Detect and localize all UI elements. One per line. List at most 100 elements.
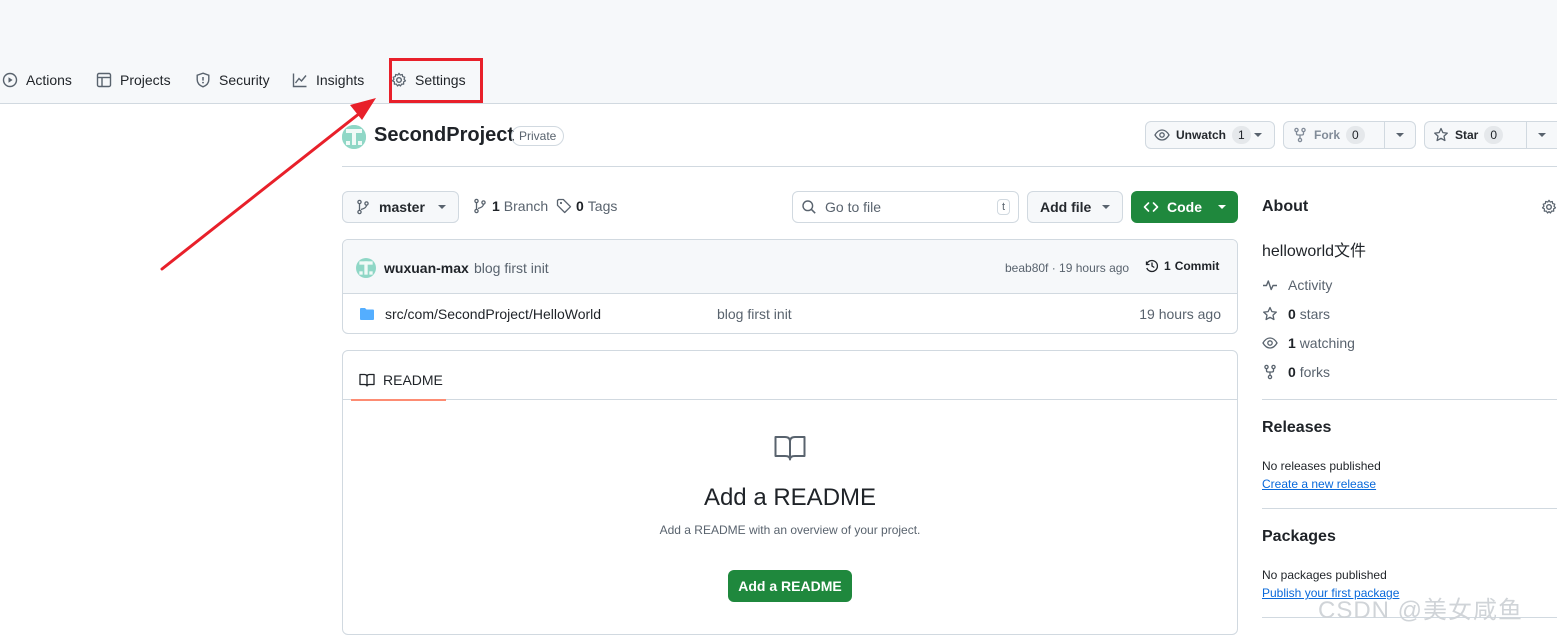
- commit-hash-time[interactable]: beab80f · 19 hours ago: [1005, 261, 1129, 275]
- history-icon: [1144, 258, 1160, 274]
- settings-highlight-box: [389, 58, 483, 103]
- commit-history-link[interactable]: 1 Commit: [1144, 258, 1219, 274]
- commit-label: Commit: [1174, 259, 1220, 273]
- branch-label: Branch: [503, 198, 549, 214]
- folder-icon: [359, 306, 375, 322]
- packages-heading[interactable]: Packages: [1262, 528, 1336, 546]
- tab-actions[interactable]: Actions: [2, 62, 72, 98]
- repo-name[interactable]: SecondProject: [374, 124, 514, 147]
- readme-header: [343, 351, 1237, 400]
- stars-link[interactable]: 0 stars: [1262, 306, 1330, 322]
- tab-projects-label: Projects: [120, 72, 171, 88]
- fork-icon: [1262, 364, 1278, 380]
- repo-owner-avatar[interactable]: [342, 125, 366, 149]
- tag-icon: [556, 198, 572, 214]
- watching-count: 1: [1288, 335, 1296, 351]
- readme-tab-label: README: [383, 372, 443, 388]
- git-branch-icon: [472, 198, 488, 214]
- tab-projects[interactable]: Projects: [96, 62, 171, 98]
- forks-count: 0: [1288, 364, 1296, 380]
- watching-label: watching: [1299, 335, 1355, 351]
- star-button[interactable]: Star 0: [1424, 121, 1557, 149]
- add-file-button[interactable]: Add file: [1027, 191, 1123, 223]
- table-row[interactable]: src/com/SecondProject/HelloWorld blog fi…: [343, 294, 1237, 333]
- shortcut-key: t: [996, 199, 1010, 215]
- branch-name: master: [379, 199, 425, 215]
- add-file-label: Add file: [1040, 199, 1092, 215]
- stars-count: 0: [1288, 306, 1296, 322]
- git-branch-icon: [355, 199, 371, 215]
- watermark: CSDN @美女咸鱼: [1318, 597, 1524, 624]
- watching-link[interactable]: 1 watching: [1262, 335, 1355, 351]
- readme-description: Add a README with an overview of your pr…: [659, 523, 921, 537]
- graph-icon: [292, 72, 308, 88]
- tag-count: 0: [576, 198, 584, 214]
- tab-security[interactable]: Security: [195, 62, 270, 98]
- file-name[interactable]: src/com/SecondProject/HelloWorld: [385, 306, 601, 322]
- latest-commit-row: wuxuan-max blog first init beab80f · 19 …: [343, 240, 1237, 294]
- branch-select[interactable]: master: [342, 191, 459, 223]
- pulse-icon: [1262, 277, 1278, 293]
- repo-description: helloworld文件: [1262, 243, 1367, 260]
- watch-dropdown[interactable]: [1246, 122, 1270, 148]
- fork-count: 0: [1346, 126, 1365, 144]
- tab-readme[interactable]: README: [351, 361, 446, 401]
- fork-dropdown[interactable]: [1385, 122, 1415, 148]
- code-label: Code: [1167, 199, 1202, 215]
- forks-link[interactable]: 0 forks: [1262, 364, 1330, 380]
- releases-heading[interactable]: Releases: [1262, 419, 1331, 437]
- create-release-link[interactable]: Create a new release: [1262, 477, 1376, 491]
- add-readme-button[interactable]: Add a README: [728, 570, 852, 602]
- star-dropdown[interactable]: [1527, 122, 1557, 148]
- star-label: Star: [1455, 128, 1479, 142]
- sidebar-divider: [1262, 508, 1557, 509]
- table-icon: [96, 72, 112, 88]
- tags-link[interactable]: 0 Tags: [556, 198, 617, 214]
- chevron-down-icon: [1254, 133, 1262, 137]
- tag-label: Tags: [587, 198, 618, 214]
- visibility-badge: Private: [511, 126, 565, 146]
- book-icon: [774, 435, 806, 461]
- search-icon: [801, 199, 817, 215]
- fork-button[interactable]: Fork 0: [1283, 121, 1416, 149]
- tab-insights[interactable]: Insights: [292, 62, 364, 98]
- shield-icon: [195, 72, 211, 88]
- gear-icon[interactable]: [1541, 199, 1557, 215]
- commit-message[interactable]: blog first init: [474, 260, 549, 276]
- repo-header-divider: [342, 166, 1557, 167]
- unwatch-button[interactable]: Unwatch 1: [1145, 121, 1275, 149]
- fork-icon: [1292, 127, 1308, 143]
- play-circle-icon: [2, 72, 18, 88]
- unwatch-label: Unwatch: [1176, 128, 1227, 142]
- file-list: wuxuan-max blog first init beab80f · 19 …: [342, 239, 1238, 334]
- chevron-down-icon: [1538, 133, 1546, 137]
- chevron-down-icon: [438, 205, 446, 209]
- activity-label: Activity: [1288, 277, 1333, 293]
- chevron-down-icon: [1218, 205, 1226, 209]
- fork-label: Fork: [1314, 128, 1341, 142]
- packages-empty-text: No packages published: [1262, 568, 1387, 582]
- eye-icon: [1262, 335, 1278, 351]
- go-to-file-input[interactable]: Go to file t: [792, 191, 1019, 223]
- readme-panel: README Add a README Add a README with an…: [342, 350, 1238, 635]
- star-count: 0: [1484, 126, 1504, 144]
- about-heading: About: [1262, 198, 1309, 215]
- eye-icon: [1154, 127, 1170, 143]
- branches-link[interactable]: 1 Branch: [472, 198, 548, 214]
- branch-count: 1: [492, 198, 500, 214]
- commit-author[interactable]: wuxuan-max: [384, 260, 469, 276]
- chevron-down-icon: [1102, 205, 1110, 209]
- code-button[interactable]: Code: [1131, 191, 1238, 223]
- tab-security-label: Security: [219, 72, 270, 88]
- readme-title: Add a README: [703, 484, 877, 511]
- releases-empty-text: No releases published: [1262, 459, 1381, 473]
- commit-author-avatar[interactable]: [356, 258, 376, 278]
- book-icon: [359, 372, 375, 388]
- star-icon: [1433, 127, 1449, 143]
- forks-label: forks: [1299, 364, 1331, 380]
- commit-count: 1: [1164, 259, 1171, 273]
- activity-link[interactable]: Activity: [1262, 277, 1332, 293]
- file-commit-message[interactable]: blog first init: [717, 306, 792, 322]
- sidebar-divider: [1262, 399, 1557, 400]
- star-icon: [1262, 306, 1278, 322]
